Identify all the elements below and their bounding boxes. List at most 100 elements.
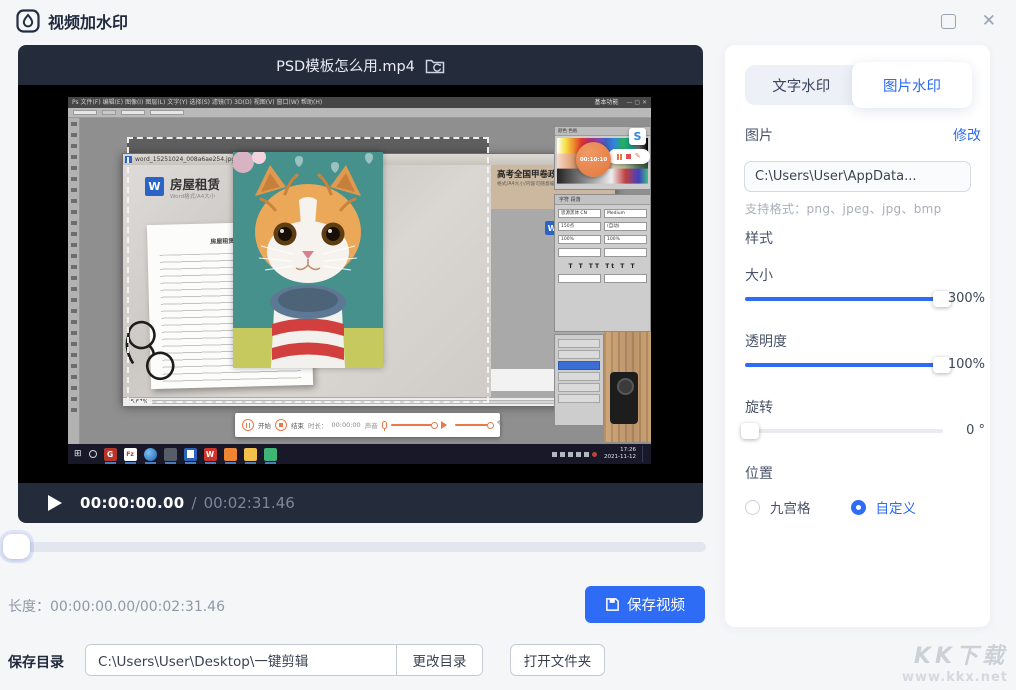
change-dir-button[interactable]: 更改目录 bbox=[396, 645, 482, 675]
size-slider-row: 300% bbox=[745, 289, 985, 309]
watermark-settings-panel: 文字水印 图片水印 图片 修改 支持格式：png、jpeg、jpg、bmp 样式… bbox=[725, 45, 990, 627]
video-frame-content: Ps 文件(F) 编辑(E) 图像(I) 图层(L) 文字(Y) 选择(S) 滤… bbox=[68, 97, 651, 464]
taskbar-app-icon bbox=[264, 448, 277, 461]
close-icon[interactable]: ✕ bbox=[982, 13, 996, 30]
zoom-level: 16.67% bbox=[127, 399, 148, 405]
show-desktop-button bbox=[642, 446, 645, 462]
rotate-slider-row: 0 ° bbox=[745, 421, 985, 441]
tab-image-watermark[interactable]: 图片水印 bbox=[852, 62, 972, 108]
type-style-buttons: T T TT Tt T T bbox=[558, 263, 647, 270]
timeline-slider[interactable] bbox=[8, 542, 706, 552]
search-icon bbox=[89, 450, 97, 458]
character-panel-tabs: 字符 段落 bbox=[555, 195, 650, 205]
total-time: 00:02:31.46 bbox=[204, 494, 295, 512]
rotate-slider-handle[interactable] bbox=[741, 423, 759, 439]
save-icon bbox=[605, 597, 620, 612]
maximize-icon[interactable] bbox=[941, 14, 956, 29]
timeline-handle[interactable] bbox=[3, 534, 30, 559]
taskbar-app-icon: G bbox=[104, 448, 117, 461]
document-icon bbox=[125, 156, 132, 163]
recorder-app-logo-icon: S bbox=[629, 128, 646, 145]
font-weight-field: Medium bbox=[604, 209, 647, 218]
speaker-icon bbox=[441, 421, 451, 429]
tab-text-watermark[interactable]: 文字水印 bbox=[745, 65, 858, 105]
recorder-toolbar: 开始 结束 时长： 00:00:00 声音 ✎ bbox=[235, 413, 500, 437]
modify-link[interactable]: 修改 bbox=[953, 125, 981, 145]
recording-mini-controls: ✎ bbox=[608, 149, 650, 164]
ps-options-bar bbox=[68, 108, 651, 118]
image-label: 图片 bbox=[745, 125, 773, 145]
watermark-tabs: 文字水印 图片水印 bbox=[745, 65, 970, 105]
font-size-field: 150点 bbox=[558, 222, 601, 231]
camera-image bbox=[610, 372, 638, 424]
font-family-field: 思源黑体 CN bbox=[558, 209, 601, 218]
rotate-slider[interactable] bbox=[745, 429, 943, 433]
video-player: PSD模板怎么用.mp4 Ps 文件(F) 编辑(E) 图像(I) 图层(L) … bbox=[18, 45, 703, 523]
radio-custom-label[interactable]: 自定义 bbox=[876, 497, 917, 517]
ps-character-panel: 字符 段落 思源黑体 CN Medium 150点 (自动) 100% 100% bbox=[554, 194, 651, 332]
taskbar-app-icon bbox=[184, 448, 197, 461]
savedir-label: 保存目录 bbox=[8, 652, 64, 672]
length-value: 00:00:00.00/00:02:31.46 bbox=[50, 599, 225, 615]
ps-layers-panel bbox=[554, 334, 604, 426]
pencil-icon: ✎ bbox=[635, 153, 641, 160]
ps-window-controls-icon: — ▢ ✕ bbox=[626, 97, 647, 108]
microphone-icon bbox=[382, 421, 387, 429]
recording-badge: 00:10:10 bbox=[576, 142, 611, 177]
app-title: 视频加水印 bbox=[48, 9, 128, 33]
change-video-icon[interactable] bbox=[425, 57, 445, 74]
savedir-input[interactable] bbox=[86, 645, 396, 675]
speaker-volume-slider bbox=[455, 424, 493, 426]
taskbar-app-icon: W bbox=[204, 448, 217, 461]
open-folder-button[interactable]: 打开文件夹 bbox=[510, 644, 605, 676]
size-slider[interactable] bbox=[745, 297, 943, 301]
annotate-pencil-icon: ✎ bbox=[497, 420, 505, 430]
radio-custom[interactable] bbox=[851, 500, 866, 515]
titlebar: 视频加水印 ✕ bbox=[0, 0, 1016, 42]
position-label: 位置 bbox=[745, 463, 773, 483]
position-options: 九宫格 自定义 bbox=[745, 497, 916, 517]
leading-field: (自动) bbox=[604, 222, 647, 231]
app-window: 视频加水印 ✕ PSD模板怎么用.mp4 Ps 文件(F) 编辑(E) 图像(I… bbox=[0, 0, 1016, 690]
time-separator: / bbox=[192, 494, 197, 512]
size-value: 300% bbox=[945, 291, 985, 306]
v-scale-field: 100% bbox=[558, 235, 601, 244]
video-filename: PSD模板怎么用.mp4 bbox=[276, 55, 415, 76]
taskbar-app-icon bbox=[244, 448, 257, 461]
opacity-slider-row: 100% bbox=[745, 355, 985, 375]
video-canvas[interactable]: Ps 文件(F) 编辑(E) 图像(I) 图层(L) 文字(Y) 选择(S) 滤… bbox=[18, 85, 703, 483]
radio-grid[interactable] bbox=[745, 500, 760, 515]
selected-layer-row bbox=[558, 361, 600, 370]
rotate-value: 0 ° bbox=[945, 423, 985, 438]
length-label: 长度： bbox=[8, 599, 50, 615]
player-controls: 00:00:00.00 / 00:02:31.46 bbox=[18, 483, 703, 523]
desk-wood-texture bbox=[604, 330, 651, 442]
site-watermark: KK下载 www.kkx.net bbox=[902, 638, 1008, 685]
start-button-icon: ⊞ bbox=[74, 450, 82, 459]
opacity-slider[interactable] bbox=[745, 363, 943, 367]
size-label: 大小 bbox=[745, 265, 773, 285]
save-video-button[interactable]: 保存视频 bbox=[585, 586, 705, 623]
ps-menu-items: Ps 文件(F) 编辑(E) 图像(I) 图层(L) 文字(Y) 选择(S) 滤… bbox=[72, 97, 322, 108]
record-start-label: 开始 bbox=[258, 420, 271, 430]
rotate-label: 旋转 bbox=[745, 397, 773, 417]
taskbar-clock: 17:262021-11-12 bbox=[604, 447, 636, 461]
audio-label: 声音 bbox=[365, 420, 378, 430]
play-button[interactable] bbox=[48, 495, 62, 511]
style-section-label: 样式 bbox=[745, 228, 773, 248]
opacity-label: 透明度 bbox=[745, 331, 787, 351]
ps-workspace-label: 基本功能 bbox=[594, 97, 618, 108]
app-identity: 视频加水印 bbox=[16, 9, 128, 33]
glasses-image bbox=[123, 311, 185, 393]
image-path-input[interactable] bbox=[744, 161, 971, 192]
radio-grid-label[interactable]: 九宫格 bbox=[770, 497, 811, 517]
record-stop-icon bbox=[275, 419, 287, 431]
savedir-control: 更改目录 bbox=[85, 644, 483, 676]
opacity-value: 100% bbox=[945, 357, 985, 372]
taskbar-app-icon bbox=[224, 448, 237, 461]
length-info: 长度：00:00:00.00/00:02:31.46 bbox=[8, 596, 225, 616]
h-scale-field: 100% bbox=[604, 235, 647, 244]
template-subtitle: Word格式/A4大小 bbox=[170, 192, 220, 200]
ps-canvas: word_15251024_008a6ae254.jpg @ 16.7%(RGB… bbox=[80, 118, 651, 444]
windows-taskbar: ⊞ G Fz W 17:262021-11-12 bbox=[68, 444, 651, 464]
